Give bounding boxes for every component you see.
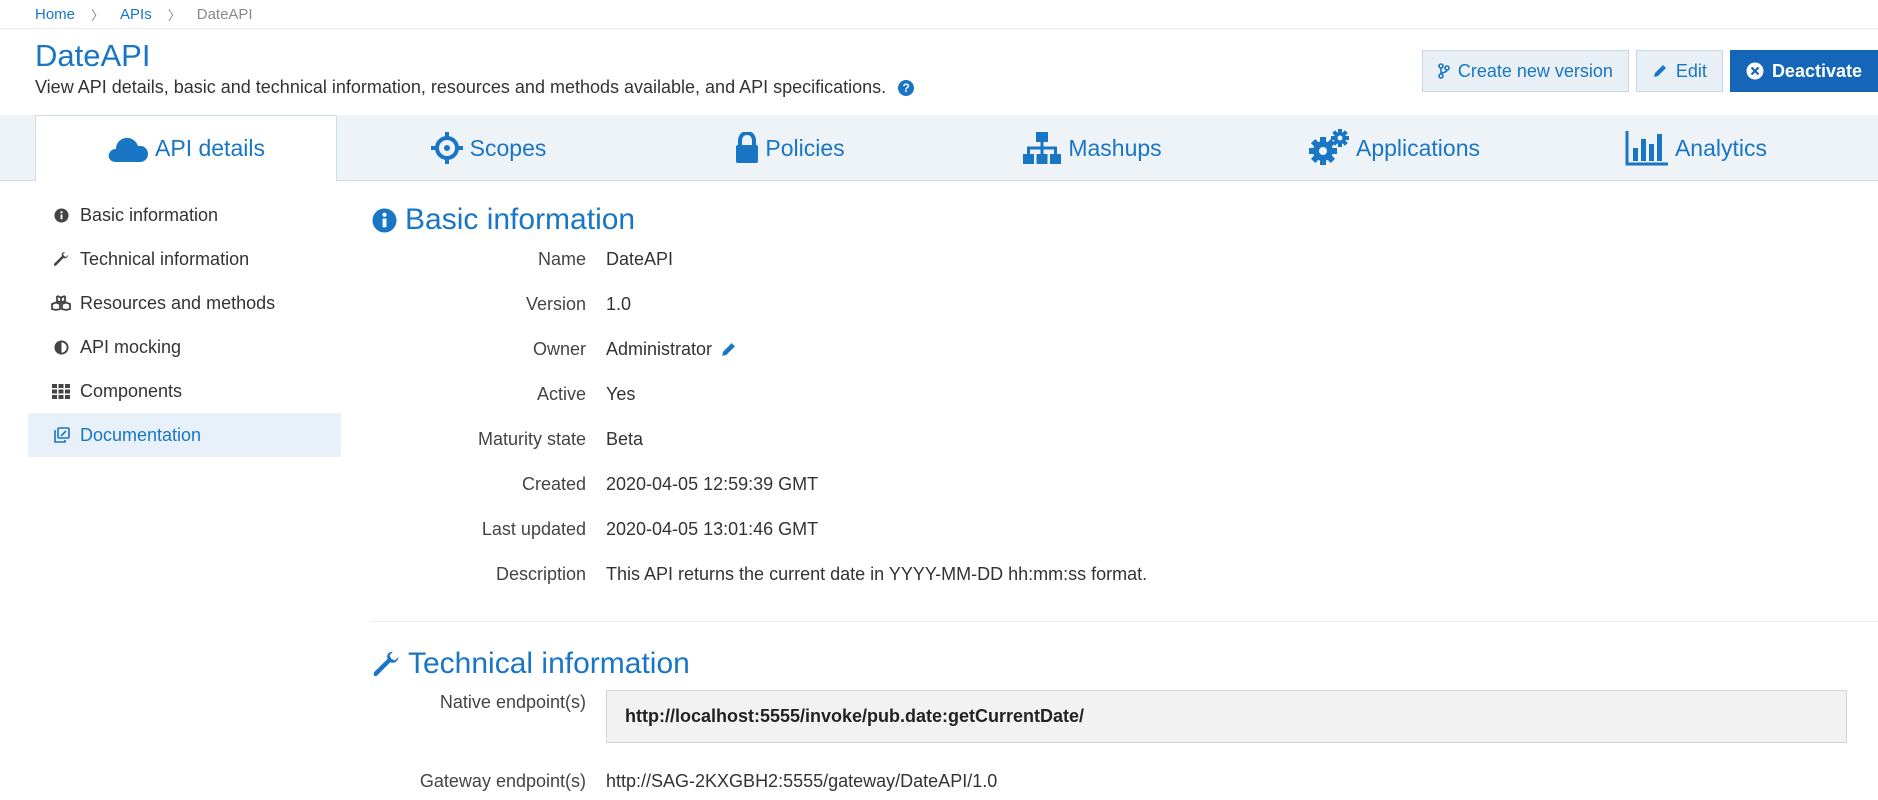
field-label: Description <box>495 563 586 584</box>
field-owner: Owner Administrator <box>370 337 737 361</box>
field-value: Beta <box>606 428 644 449</box>
info-icon <box>372 207 397 233</box>
edit-label: Edit <box>1675 60 1707 81</box>
field-value-wrap: Administrator <box>606 339 737 360</box>
sidebar-item-label: Resources and methods <box>80 292 276 313</box>
sidebar-item-label: API mocking <box>80 336 182 357</box>
page-subtitle-text: View API details, basic and technical in… <box>35 77 887 97</box>
bar-chart-icon <box>1625 131 1668 166</box>
field-native-endpoint: Native endpoint(s) <box>370 690 586 714</box>
sidebar-item-resources-and-methods[interactable]: Resources and methods <box>28 281 341 325</box>
sidebar-item-api-mocking[interactable]: API mocking <box>28 325 341 369</box>
field-label: Last updated <box>481 518 586 539</box>
tab-api-details-label: API details <box>155 135 265 161</box>
create-new-version-label: Create new version <box>1457 60 1613 81</box>
field-value: 2020-04-05 12:59:39 GMT <box>606 473 819 494</box>
sitemap-icon <box>1023 132 1062 164</box>
edit-button[interactable]: Edit <box>1635 50 1723 92</box>
cloud-icon <box>108 137 149 162</box>
breadcrumb-current: DateAPI <box>196 5 253 23</box>
grid-icon <box>50 382 72 400</box>
field-value: Administrator <box>606 338 713 359</box>
field-label: Version <box>525 293 586 314</box>
field-version: Version 1.0 <box>370 292 631 316</box>
tab-policies-label: Policies <box>765 134 845 161</box>
sidebar-item-technical-information[interactable]: Technical information <box>28 237 341 281</box>
field-value: 2020-04-05 13:01:46 GMT <box>606 518 819 539</box>
lock-icon <box>736 132 759 163</box>
crosshair-icon <box>430 132 463 164</box>
sidebar: Basic information Technical information … <box>28 193 341 457</box>
field-active: Active Yes <box>370 382 635 406</box>
tab-policies[interactable]: Policies <box>639 115 941 181</box>
info-icon <box>50 206 72 224</box>
sidebar-item-documentation[interactable]: Documentation <box>28 413 341 457</box>
technical-information-heading: Technical information <box>372 647 690 681</box>
breadcrumb-apis-link[interactable]: APIs <box>120 6 152 23</box>
sidebar-item-label: Documentation <box>80 424 202 445</box>
technical-information-title: Technical information <box>408 647 690 680</box>
basic-information-heading: Basic information <box>372 203 635 237</box>
sidebar-item-label: Components <box>80 380 183 401</box>
tab-applications-label: Applications <box>1355 134 1481 161</box>
pencil-icon <box>1653 65 1666 77</box>
field-gateway-endpoint: Gateway endpoint(s) http://SAG-2KXGBH2:5… <box>370 769 997 793</box>
tab-analytics[interactable]: Analytics <box>1545 115 1847 181</box>
field-description: Description This API returns the current… <box>370 562 1147 586</box>
deactivate-button[interactable]: Deactivate <box>1729 50 1878 92</box>
page-subtitle: View API details, basic and technical in… <box>35 77 915 98</box>
field-label: Native endpoint(s) <box>439 691 586 712</box>
field-value: DateAPI <box>606 248 674 269</box>
field-label: Created <box>521 473 586 494</box>
tab-analytics-label: Analytics <box>1674 134 1768 161</box>
native-endpoint-value: http://localhost:5555/invoke/pub.date:ge… <box>606 690 1847 743</box>
field-value: Yes <box>606 383 636 404</box>
basic-information-title: Basic information <box>405 203 636 236</box>
breadcrumb-home-link[interactable]: Home <box>35 6 75 23</box>
wrench-icon <box>373 651 399 677</box>
tab-scopes-label: Scopes <box>469 134 547 161</box>
header-actions: Create new version Edit Deactivate <box>1421 50 1878 92</box>
documents-icon <box>50 426 72 444</box>
wrench-icon <box>50 250 72 268</box>
page-title: DateAPI <box>35 38 151 73</box>
field-last-updated: Last updated 2020-04-05 13:01:46 GMT <box>370 517 818 541</box>
tab-mashups-label: Mashups <box>1068 134 1162 161</box>
create-new-version-button[interactable]: Create new version <box>1421 50 1629 92</box>
gears-icon <box>1308 129 1349 165</box>
tab-bar: API details Scopes Policies Mashups Appl… <box>0 115 1878 182</box>
sidebar-item-label: Basic information <box>80 204 219 225</box>
field-label: Active <box>536 383 586 404</box>
help-icon[interactable]: ? <box>898 79 915 96</box>
field-label: Maturity state <box>477 428 586 449</box>
field-value: This API returns the current date in YYY… <box>606 563 1148 584</box>
field-value: 1.0 <box>606 293 632 314</box>
pencil-icon[interactable] <box>720 341 737 358</box>
tab-scopes[interactable]: Scopes <box>337 115 639 181</box>
branch-icon <box>1438 63 1450 79</box>
tab-api-details[interactable]: API details <box>35 115 337 182</box>
breadcrumb: Home 〉 APIs 〉 DateAPI <box>35 2 253 26</box>
field-name: Name DateAPI <box>370 247 673 271</box>
breadcrumb-separator: 〉 <box>167 7 181 23</box>
sidebar-item-basic-information[interactable]: Basic information <box>28 193 341 237</box>
field-label: Gateway endpoint(s) <box>419 770 586 791</box>
field-created: Created 2020-04-05 12:59:39 GMT <box>370 472 818 496</box>
deactivate-label: Deactivate <box>1771 60 1862 81</box>
sidebar-item-label: Technical information <box>80 248 250 269</box>
breadcrumb-separator: 〉 <box>91 7 105 23</box>
tab-mashups[interactable]: Mashups <box>941 115 1243 181</box>
sidebar-item-components[interactable]: Components <box>28 369 341 413</box>
field-value: http://SAG-2KXGBH2:5555/gateway/DateAPI/… <box>606 770 998 791</box>
close-circle-icon <box>1746 62 1764 80</box>
field-maturity-state: Maturity state Beta <box>370 427 643 451</box>
field-label: Owner <box>532 338 586 359</box>
cubes-icon <box>50 294 72 312</box>
tab-applications[interactable]: Applications <box>1243 115 1545 181</box>
section-divider <box>370 621 1878 622</box>
field-label: Name <box>537 248 586 269</box>
half-circle-icon <box>50 338 72 356</box>
header-divider <box>0 28 1878 29</box>
